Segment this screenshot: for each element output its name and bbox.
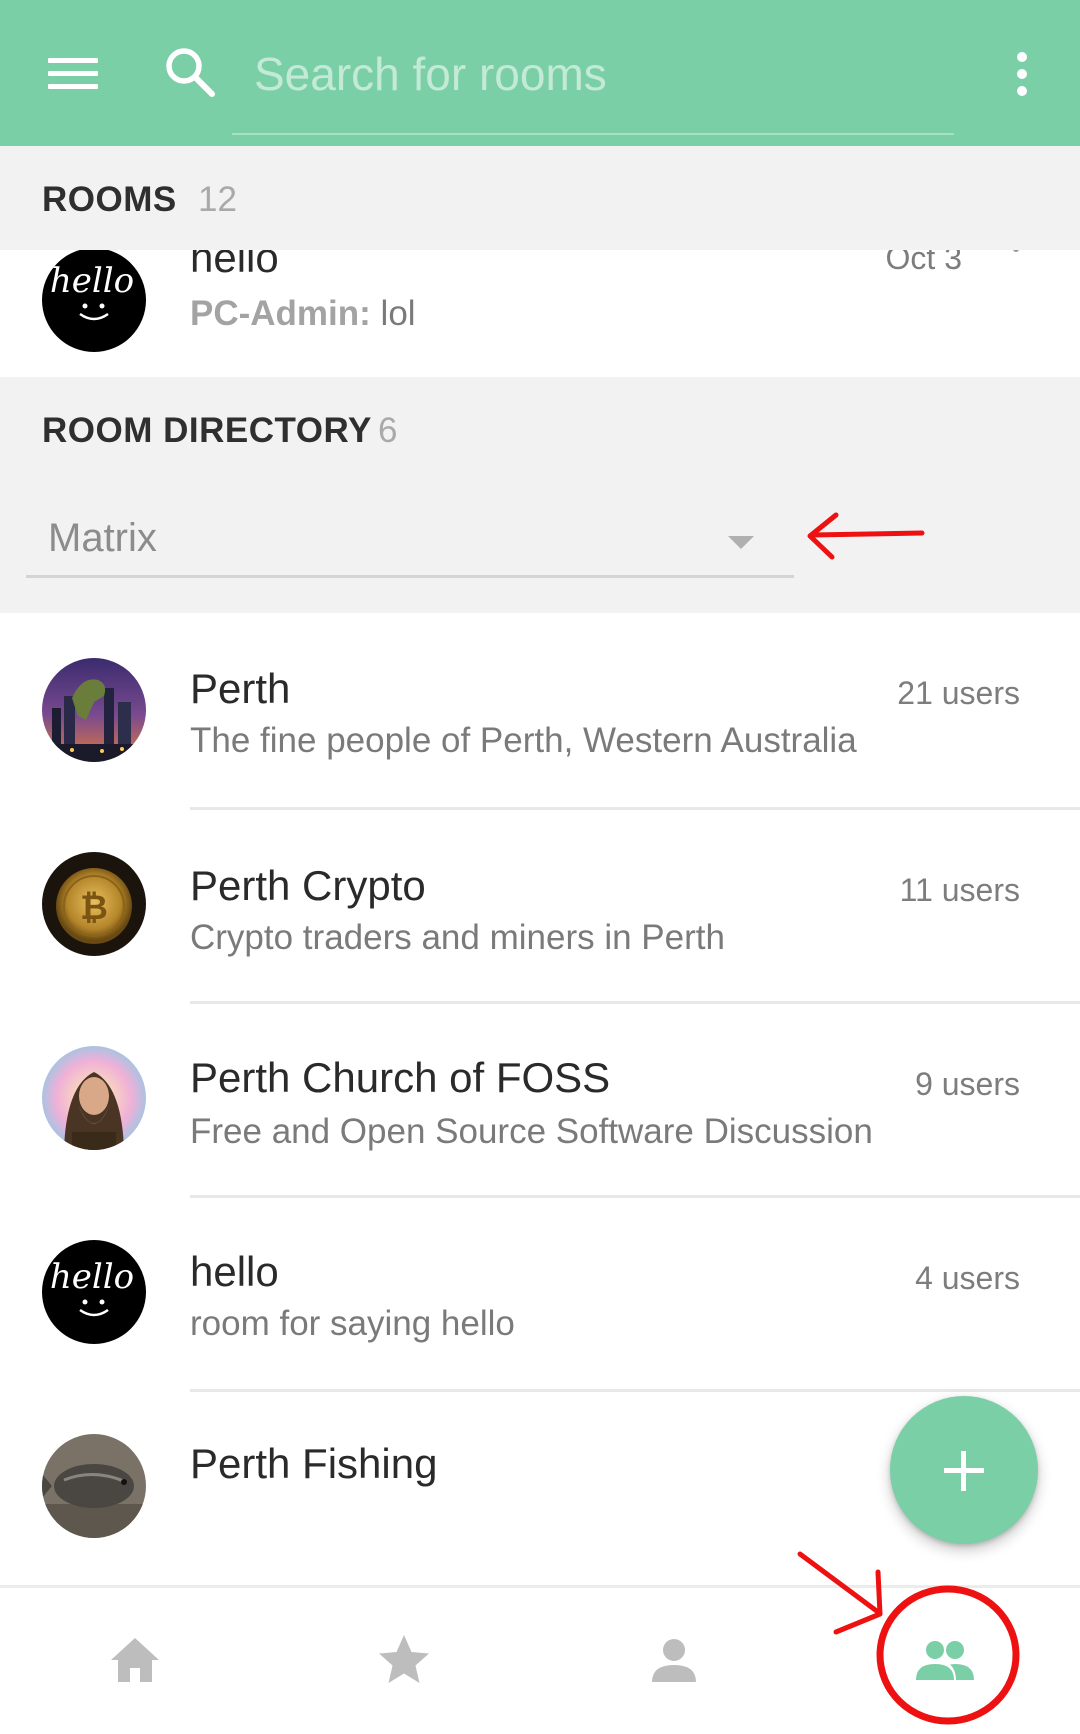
dropdown-caret-icon [728,536,754,549]
room-user-count: 9 users [915,1066,1020,1102]
room-name: hello [190,1248,279,1295]
room-name: Perth Fishing [190,1440,438,1487]
directory-server-select[interactable]: Matrix [26,500,794,578]
room-name: hello [190,250,279,281]
room-user-count: 21 users [897,675,1020,711]
directory-room-item[interactable]: hello hello 4 users room for saying hell… [0,1198,1080,1389]
room-options-icon[interactable] [1013,250,1021,258]
avatar [42,658,146,762]
room-last-message: PC-Admin: lol [190,294,416,334]
directory-room-item[interactable]: ₿ Perth Crypto 11 users Crypto traders a… [0,810,1080,1001]
room-directory-count: 6 [378,411,398,450]
search-underline [232,133,954,135]
avatar: hello [42,250,146,352]
rooms-count: 12 [198,180,237,219]
rooms-section-header[interactable]: ROOMS 12 [0,146,1080,250]
room-topic: Free and Open Source Software Discussion [190,1112,873,1151]
room-topic: The fine people of Perth, Western Austra… [190,721,857,760]
add-room-button[interactable] [890,1396,1038,1544]
avatar: hello [42,1240,146,1344]
svg-text:₿: ₿ [80,888,108,928]
person-icon[interactable] [642,1628,706,1692]
search-input[interactable] [232,44,952,104]
star-icon[interactable] [372,1628,436,1692]
home-icon[interactable] [103,1628,167,1692]
last-message-text: lol [380,294,416,333]
room-topic: room for saying hello [190,1304,515,1343]
room-name: Perth Church of FOSS [190,1054,611,1101]
room-name: Perth [190,665,291,712]
avatar: ₿ [42,852,146,956]
avatar [42,1434,146,1538]
search-icon [166,48,215,97]
more-vert-icon[interactable] [1010,48,1034,100]
room-topic: Crypto traders and miners in Perth [190,918,725,957]
room-date: Oct 3 [885,250,962,276]
people-icon[interactable] [912,1628,976,1692]
room-user-count: 11 users [899,872,1020,908]
room-user-count: 4 users [915,1260,1020,1296]
select-underline [26,575,794,578]
app-bar [0,0,1080,146]
directory-room-item[interactable]: Perth Church of FOSS 9 users Free and Op… [0,1004,1080,1195]
bottom-navigation [0,1585,1080,1734]
room-directory-title[interactable]: ROOM DIRECTORY [42,411,372,451]
directory-room-item[interactable]: Perth 21 users The fine people of Perth,… [0,613,1080,807]
room-list-item[interactable]: hello hello Oct 3 PC-Admin: lol [0,250,1080,377]
avatar-text: hello [50,1257,134,1297]
last-sender: PC-Admin: [190,294,371,333]
server-select-value: Matrix [48,516,157,560]
rooms-section-title: ROOMS [42,180,177,219]
menu-icon[interactable] [48,54,98,92]
room-name: Perth Crypto [190,862,426,909]
avatar [42,1046,146,1150]
avatar-text: hello [50,261,134,301]
